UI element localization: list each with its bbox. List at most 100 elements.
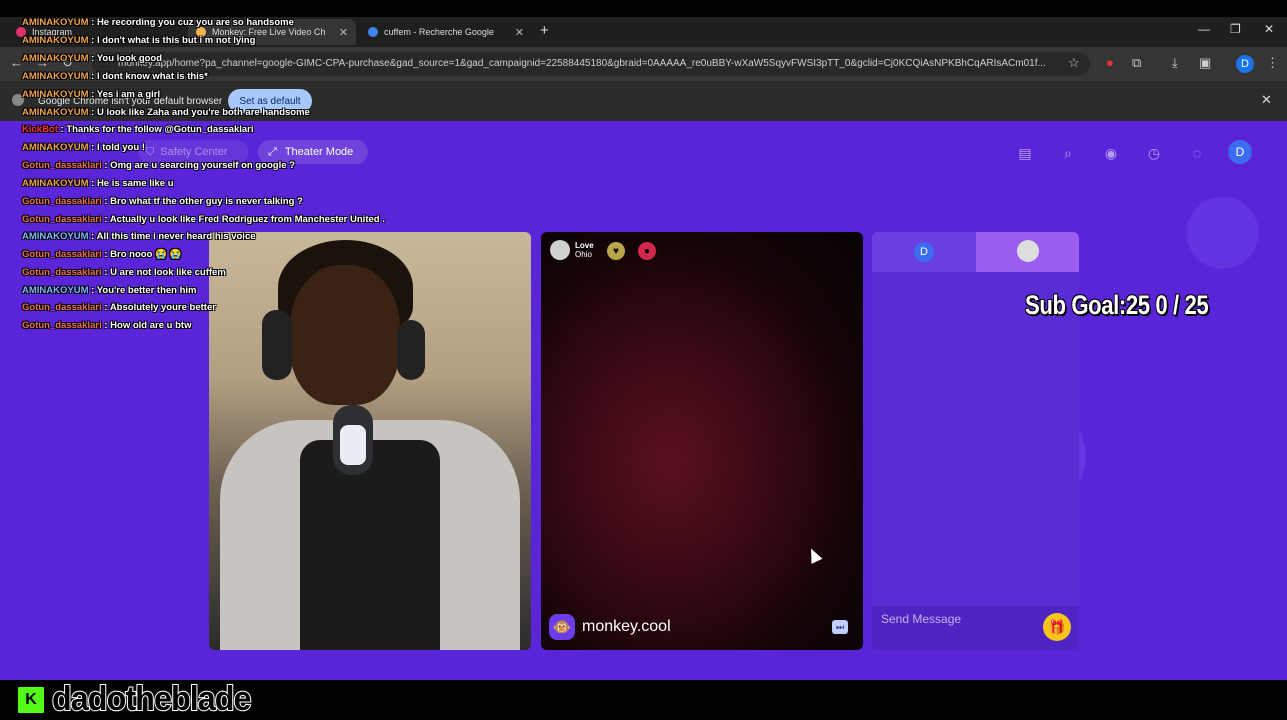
chat-line: KickBot : Thanks for the follow @Gotun_d… xyxy=(22,124,254,135)
chat-message: : Bro what tf the other guy is never tal… xyxy=(101,196,303,207)
google-icon xyxy=(368,27,378,37)
chat-username: Gotun_dassaklari xyxy=(22,249,102,260)
chat-username: AMINAKOYUM xyxy=(22,17,89,28)
chat-username: AMINAKOYUM xyxy=(22,107,89,118)
chat-username: Gotun_dassaklari xyxy=(22,160,102,171)
location-label: Love Ohio xyxy=(575,241,594,259)
close-tab-icon[interactable]: ✕ xyxy=(339,26,348,39)
location-sub: Ohio xyxy=(575,250,592,259)
minimize-icon[interactable]: — xyxy=(1198,22,1210,36)
chat-username: AMINAKOYUM xyxy=(22,231,89,242)
chat-username: AMINAKOYUM xyxy=(22,53,89,64)
chat-line: Gotun_dassaklari : U are not look like c… xyxy=(22,267,226,278)
chat-line: Gotun_dassaklari : Omg are u searcing yo… xyxy=(22,160,295,171)
send-message-input[interactable]: Send Message xyxy=(881,612,961,626)
chat-username: AMINAKOYUM xyxy=(22,285,89,296)
plus-icon[interactable]: + xyxy=(540,22,549,39)
chat-line: Gotun_dassaklari : Actually u look like … xyxy=(22,214,385,225)
user-avatar[interactable]: D xyxy=(1228,140,1252,164)
headphone-icon xyxy=(262,310,292,380)
chat-username: Gotun_dassaklari xyxy=(22,196,102,207)
heart-icon[interactable]: ♥ xyxy=(607,242,625,260)
chat-message: : You're better then him xyxy=(88,285,197,296)
expand-icon: ⤢ xyxy=(268,145,277,158)
streamer-tag: K dadotheblade xyxy=(16,679,261,719)
chat-message: : You look good xyxy=(88,53,163,64)
chat-line: Gotun_dassaklari : Bro what tf the other… xyxy=(22,196,303,207)
streamer-name: dadotheblade xyxy=(51,679,252,719)
gift-icon[interactable]: 🎁 xyxy=(1043,613,1071,641)
close-tab-icon[interactable]: ✕ xyxy=(515,26,524,39)
chat-message: : He is same like u xyxy=(88,178,174,189)
url-text[interactable]: monkey.app/home?pa_channel=google-GIMC-C… xyxy=(118,58,1058,69)
self-avatar: D xyxy=(914,242,934,262)
chat-username: AMINAKOYUM xyxy=(22,142,89,153)
bookmark-star-icon[interactable]: ☆ xyxy=(1068,55,1080,71)
tab-label: cuffem - Recherche Google xyxy=(384,27,494,37)
chat-username: Gotun_dassaklari xyxy=(22,302,102,313)
chat-line: AMINAKOYUM : I don't what is this but i … xyxy=(22,35,255,46)
chat-line: AMINAKOYUM : Yes i am a girl xyxy=(22,89,160,100)
profile-avatar[interactable]: D xyxy=(1236,55,1254,73)
chat-username: AMINAKOYUM xyxy=(22,71,89,82)
chat-line: Gotun_dassaklari : Bro nooo 😭 😭 xyxy=(22,249,181,260)
headphone-icon xyxy=(397,320,425,380)
chat-username: AMINAKOYUM xyxy=(22,178,89,189)
chat-icon[interactable]: ◌ xyxy=(1186,142,1208,164)
chat-username: Gotun_dassaklari xyxy=(22,320,102,331)
skip-icon[interactable]: ⏭ xyxy=(832,620,848,634)
close-window-icon[interactable]: ✕ xyxy=(1264,22,1274,36)
chat-line: AMINAKOYUM : He is same like u xyxy=(22,178,174,189)
remote-video xyxy=(541,232,863,650)
chat-message: : U look like Zaha and you're both are h… xyxy=(88,107,310,118)
search-icon[interactable]: ⌕ xyxy=(1057,142,1079,164)
chat-message: : I told you ! xyxy=(88,142,145,153)
safety-center-label: Safety Center xyxy=(160,146,228,158)
chat-line: AMINAKOYUM : He recording you cuz you ar… xyxy=(22,17,294,28)
location-avatar xyxy=(550,240,570,260)
extension-icon[interactable]: ● xyxy=(1106,55,1114,70)
close-icon[interactable]: ✕ xyxy=(1261,92,1272,108)
chat-message: : Actually u look like Fred Rodriguez fr… xyxy=(101,214,385,225)
badge-icon[interactable]: ● xyxy=(638,242,656,260)
side-panel-icon[interactable]: ▣ xyxy=(1199,55,1211,71)
person-vest xyxy=(300,440,440,650)
chat-message: : How old are u btw xyxy=(101,320,192,331)
chat-line: AMINAKOYUM : You look good xyxy=(22,53,162,64)
download-icon[interactable]: ⤓ xyxy=(1172,55,1178,71)
chat-message: : He recording you cuz you are so handso… xyxy=(88,17,294,28)
restore-icon[interactable]: ❐ xyxy=(1230,22,1241,36)
chat-username: Gotun_dassaklari xyxy=(22,267,102,278)
tab-google[interactable]: cuffem - Recherche Google ✕ xyxy=(360,19,532,45)
shield-icon: ⛉ xyxy=(146,145,155,158)
chat-line: Gotun_dassaklari : How old are u btw xyxy=(22,320,191,331)
chat-message: : Yes i am a girl xyxy=(88,89,161,100)
theater-mode-label: Theater Mode xyxy=(284,146,354,158)
chat-message: : All this time i never heard his voice xyxy=(88,231,256,242)
chat-username: AMINAKOYUM xyxy=(22,35,89,46)
extensions-puzzle-icon[interactable]: ⧉ xyxy=(1132,55,1141,71)
chat-message: : Absolutely youre better xyxy=(101,302,216,313)
chat-line: AMINAKOYUM : I dont know what is this* xyxy=(22,71,208,82)
top-letterbox xyxy=(0,0,1287,17)
microphone-screen xyxy=(340,425,366,465)
person-face xyxy=(290,265,400,405)
shop-icon[interactable]: ▤ xyxy=(1014,142,1036,164)
menu-kebab-icon[interactable]: ⋮ xyxy=(1266,55,1279,71)
monkey-logo-icon: 🐵 xyxy=(549,614,575,640)
history-icon[interactable]: ◷ xyxy=(1143,142,1165,164)
chat-username: KickBot xyxy=(22,124,58,135)
sub-goal-overlay: Sub Goal:25 0 / 25 xyxy=(1025,290,1209,320)
globe-icon[interactable]: ◉ xyxy=(1100,142,1122,164)
chat-message: : U are not look like cuffem xyxy=(101,267,226,278)
chat-line: AMINAKOYUM : U look like Zaha and you're… xyxy=(22,107,310,118)
partner-avatar xyxy=(1017,240,1039,262)
kick-logo-icon: K xyxy=(16,684,46,715)
chat-line: Gotun_dassaklari : Absolutely youre bett… xyxy=(22,302,216,313)
chat-username: Gotun_dassaklari xyxy=(22,214,102,225)
chat-username: AMINAKOYUM xyxy=(22,89,89,100)
chat-message: : Bro nooo 😭 😭 xyxy=(101,249,182,260)
remote-username: monkey.cool xyxy=(582,618,671,635)
chat-message: : I don't what is this but i m not lying xyxy=(88,35,256,46)
chat-line: AMINAKOYUM : All this time i never heard… xyxy=(22,231,256,242)
